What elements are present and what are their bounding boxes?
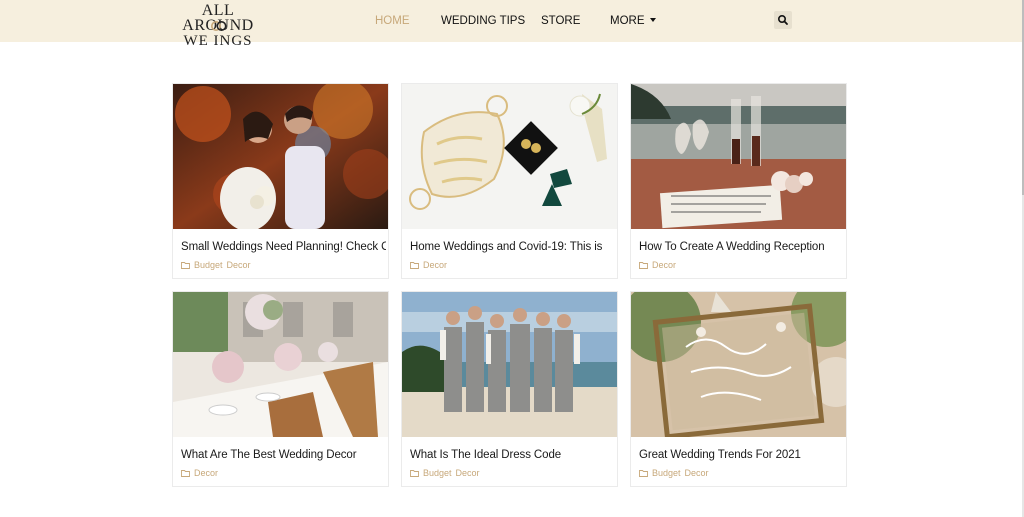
folder-icon xyxy=(639,470,648,477)
category-link[interactable]: Decor xyxy=(685,468,709,478)
post-categories: Budget Decor xyxy=(639,468,713,480)
nav-wedding-tips[interactable]: WEDDING TIPS xyxy=(441,0,525,42)
folder-icon xyxy=(181,470,190,477)
search-icon xyxy=(778,15,788,25)
wedding-rings-icon xyxy=(211,21,227,31)
post-image-welcome-sign[interactable] xyxy=(631,292,846,437)
post-categories: Budget Decor xyxy=(181,260,255,272)
category-link[interactable]: Decor xyxy=(227,260,251,270)
site-logo[interactable]: ALL AROUND WE INGS xyxy=(168,3,268,50)
folder-icon xyxy=(410,262,419,269)
post-categories: Budget Decor xyxy=(410,468,484,480)
post-categories: Decor xyxy=(181,468,222,480)
post-categories: Decor xyxy=(639,260,680,272)
post-card-6[interactable]: Great Wedding Trends For 2021 Budget Deco… xyxy=(630,291,847,487)
category-link[interactable]: Decor xyxy=(652,260,676,270)
category-link[interactable]: Budget xyxy=(652,468,681,478)
post-image-beach-table[interactable] xyxy=(631,84,846,229)
folder-icon xyxy=(410,470,419,477)
post-title[interactable]: Small Weddings Need Planning! Check Out xyxy=(181,241,386,253)
post-title[interactable]: Great Wedding Trends For 2021 xyxy=(639,449,844,461)
post-image-reception[interactable] xyxy=(173,292,388,437)
nav-more[interactable]: MORE xyxy=(610,0,656,42)
post-image-mask[interactable] xyxy=(402,84,617,229)
post-card-5[interactable]: What Is The Ideal Dress Code Budget Decor xyxy=(401,291,618,487)
post-card-4[interactable]: What Are The Best Wedding Decor Decor xyxy=(172,291,389,487)
category-link[interactable]: Budget xyxy=(194,260,223,270)
nav-store[interactable]: STORE xyxy=(541,0,580,42)
post-title[interactable]: How To Create A Wedding Reception xyxy=(639,241,844,253)
post-title[interactable]: What Are The Best Wedding Decor xyxy=(181,449,386,461)
caret-down-icon xyxy=(649,18,656,22)
nav-more-label: MORE xyxy=(610,15,645,27)
post-title[interactable]: Home Weddings and Covid-19: This is xyxy=(410,241,615,253)
site-header: ALL AROUND WE INGS HOME WEDDING TIPS STO… xyxy=(0,0,1022,50)
nav-home[interactable]: HOME xyxy=(375,0,410,42)
folder-icon xyxy=(639,262,648,269)
category-link[interactable]: Decor xyxy=(423,260,447,270)
logo-line-2: WE INGS xyxy=(183,33,253,49)
post-card-1[interactable]: Small Weddings Need Planning! Check Out … xyxy=(172,83,389,279)
category-link[interactable]: Decor xyxy=(194,468,218,478)
post-title[interactable]: What Is The Ideal Dress Code xyxy=(410,449,615,461)
post-image-groomsmen[interactable] xyxy=(402,292,617,437)
post-card-3[interactable]: How To Create A Wedding Reception Decor xyxy=(630,83,847,279)
category-link[interactable]: Budget xyxy=(423,468,452,478)
post-image-couple[interactable] xyxy=(173,84,388,229)
search-button[interactable] xyxy=(774,11,792,29)
post-card-2[interactable]: Home Weddings and Covid-19: This is Deco… xyxy=(401,83,618,279)
category-link[interactable]: Decor xyxy=(456,468,480,478)
folder-icon xyxy=(181,262,190,269)
post-categories: Decor xyxy=(410,260,451,272)
